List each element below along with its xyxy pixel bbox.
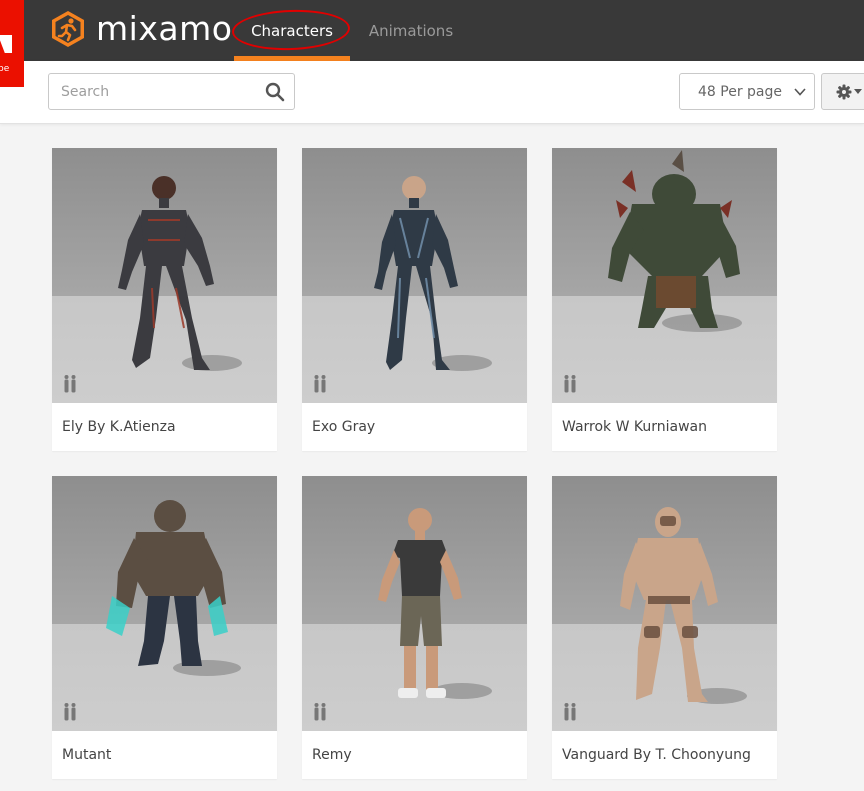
mixamo-logo-icon [52, 11, 84, 47]
character-card[interactable]: Vanguard By T. Choonyung [552, 476, 777, 779]
character-name: Vanguard By T. Choonyung [562, 747, 751, 763]
search-input[interactable] [49, 74, 266, 109]
search-icon[interactable] [265, 82, 285, 102]
brand-name: mixamo [96, 9, 233, 48]
mixamo-brand[interactable]: mixamo [48, 8, 232, 50]
character-thumbnail [302, 148, 527, 403]
character-name: Remy [312, 747, 352, 763]
character-card[interactable]: Mutant [52, 476, 277, 779]
character-name: Ely By K.Atienza [62, 419, 176, 435]
caret-down-icon [854, 89, 862, 94]
settings-button[interactable] [821, 73, 864, 110]
character-card[interactable]: Remy [302, 476, 527, 779]
character-thumbnail [52, 476, 277, 731]
top-navbar: mixamo Characters Animations [0, 0, 864, 61]
character-card[interactable]: Ely By K.Atienza [52, 148, 277, 451]
per-page-select[interactable]: 48 Per page [679, 73, 815, 110]
gear-icon [836, 84, 852, 100]
chevron-down-icon [794, 88, 806, 96]
character-thumbnail [552, 476, 777, 731]
character-thumbnail [52, 148, 277, 403]
character-card[interactable]: Warrok W Kurniawan [552, 148, 777, 451]
adobe-badge[interactable]: be [0, 0, 24, 87]
adobe-label: be [0, 64, 10, 74]
adobe-logo-icon [0, 35, 12, 53]
tab-animations[interactable]: Animations [356, 0, 466, 61]
character-thumbnail [552, 148, 777, 403]
character-name: Warrok W Kurniawan [562, 419, 708, 435]
toolbar: 48 Per page [0, 61, 864, 124]
search-box [48, 73, 295, 110]
character-name: Exo Gray [312, 419, 376, 435]
per-page-value: 48 Per page [698, 83, 782, 100]
character-thumbnail [302, 476, 527, 731]
character-name: Mutant [62, 747, 112, 763]
character-card[interactable]: Exo Gray [302, 148, 527, 451]
